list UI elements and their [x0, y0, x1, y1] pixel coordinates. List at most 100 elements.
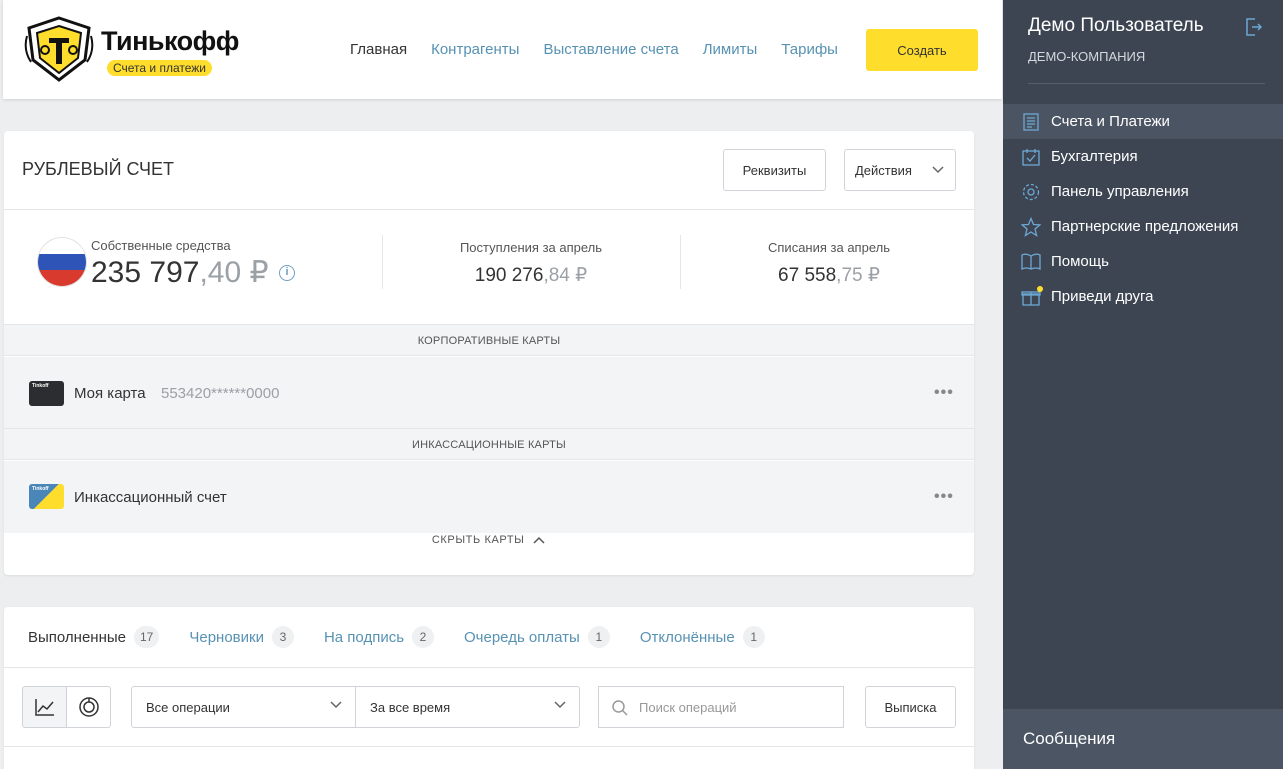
nav-invoicing[interactable]: Выставление счета: [543, 41, 678, 58]
tab-rejected[interactable]: Отклонённые 1: [640, 626, 765, 648]
details-button[interactable]: Реквизиты: [723, 149, 826, 191]
gift-icon: [1021, 285, 1043, 307]
search-box[interactable]: [598, 686, 844, 728]
operations-card: Выполненные 17 Черновики 3 На подпись 2 Оче…: [4, 607, 974, 769]
sidebar-item-control-panel[interactable]: Панель управления: [1003, 174, 1283, 209]
chevron-down-icon: [330, 701, 342, 709]
card-row-collection[interactable]: Tinkoff Инкассационный счет •••: [4, 461, 974, 533]
book-icon: [1021, 252, 1041, 272]
period-select[interactable]: За все время: [355, 686, 580, 728]
nav-tariffs[interactable]: Тарифы: [781, 41, 838, 58]
income-label: Поступления за апрель: [459, 240, 603, 255]
tab-count-badge: 1: [587, 626, 610, 648]
russia-flag-icon: [38, 238, 86, 286]
calendar-check-icon: [1021, 147, 1041, 167]
brand-name: Тинькофф: [101, 26, 239, 56]
card-thumbnail-icon: Tinkoff: [29, 484, 64, 509]
own-funds-whole: 235 797: [91, 256, 200, 289]
sidebar-item-label: Приведи друга: [1051, 288, 1154, 305]
divider: [4, 209, 974, 210]
card-row-my-card[interactable]: Tinkoff Моя карта 553420******0000 •••: [4, 357, 974, 429]
corporate-cards-header: КОРПОРАТИВНЫЕ КАРТЫ: [4, 324, 974, 356]
document-icon: [1021, 112, 1041, 132]
divider: [4, 746, 974, 747]
company-name: ДЕМО-КОМПАНИЯ: [1028, 49, 1146, 64]
nav-counterparties[interactable]: Контрагенты: [431, 41, 519, 58]
card-thumb-text: Tinkoff: [32, 383, 49, 389]
income-whole: 190 276: [474, 265, 544, 286]
sidebar-item-help[interactable]: Помощь: [1003, 244, 1283, 279]
search-input[interactable]: [639, 699, 829, 715]
brand-badge: Счета и платежи: [107, 60, 213, 76]
outgo-label: Списания за апрель: [768, 240, 890, 255]
user-name[interactable]: Демо Пользователь: [1028, 15, 1204, 37]
account-title: РУБЛЕВЫЙ СЧЕТ: [22, 159, 174, 179]
card-name: Моя карта: [74, 384, 146, 402]
operations-tabs: Выполненные 17 Черновики 3 На подпись 2 Оче…: [28, 626, 795, 648]
sidebar-item-label: Помощь: [1051, 253, 1109, 270]
operation-type-value: Все операции: [146, 699, 230, 715]
own-funds-value: 235 797,40 ₽: [91, 255, 269, 290]
tab-to-sign[interactable]: На подпись 2: [323, 626, 435, 648]
pie-chart-view-button[interactable]: [66, 686, 111, 728]
actions-dropdown[interactable]: Действия: [844, 149, 956, 191]
sidebar-item-label: Партнерские предложения: [1051, 218, 1239, 235]
outgo-whole: 67 558: [778, 265, 837, 286]
card-thumbnail-icon: Tinkoff: [29, 381, 64, 406]
card-name: Инкассационный счет: [74, 488, 227, 506]
more-options-icon[interactable]: •••: [934, 384, 954, 402]
sidebar-item-accounts[interactable]: Счета и Платежи: [1003, 104, 1283, 139]
sidebar-item-partner-offers[interactable]: Партнерские предложения: [1003, 209, 1283, 244]
tab-label: На подпись: [323, 628, 405, 646]
search-icon: [612, 700, 628, 716]
actions-label: Действия: [855, 162, 912, 178]
nav-main[interactable]: Главная: [350, 41, 407, 58]
income-value: 190 276,84 ₽: [382, 264, 680, 287]
sidebar: Демо Пользователь ДЕМО-КОМПАНИЯ Счета и …: [1003, 0, 1283, 769]
line-chart-view-button[interactable]: [22, 686, 67, 728]
operation-type-select[interactable]: Все операции: [131, 686, 356, 728]
hide-cards-button[interactable]: СКРЫТЬ КАРТЫ: [4, 534, 974, 546]
main-nav: Главная Контрагенты Выставление счета Ли…: [350, 41, 862, 58]
chevron-down-icon: [932, 166, 944, 174]
divider: [1028, 83, 1265, 84]
chevron-down-icon: [554, 701, 566, 709]
tinkoff-logo-icon[interactable]: [23, 16, 95, 82]
income-cents: ,84 ₽: [543, 265, 588, 286]
sidebar-item-label: Бухгалтерия: [1051, 148, 1138, 165]
gear-icon: [1021, 182, 1041, 202]
sidebar-item-accounting[interactable]: Бухгалтерия: [1003, 139, 1283, 174]
info-icon[interactable]: i: [279, 265, 295, 281]
collection-cards-header: ИНКАССАЦИОННЫЕ КАРТЫ: [4, 428, 974, 460]
tab-label: Отклонённые: [639, 628, 735, 646]
period-value: За все время: [370, 699, 451, 715]
create-button[interactable]: Создать: [866, 29, 978, 71]
chevron-up-icon: [533, 536, 545, 544]
hide-cards-label: СКРЫТЬ КАРТЫ: [431, 534, 525, 546]
sidebar-item-label: Панель управления: [1051, 183, 1189, 200]
main-area: Тинькофф Счета и платежи Главная Контраг…: [0, 0, 1003, 769]
logout-icon[interactable]: [1245, 17, 1263, 37]
outgo-cents: ,75 ₽: [836, 265, 880, 286]
sidebar-item-label: Счета и Платежи: [1051, 113, 1170, 130]
tab-payment-queue[interactable]: Очередь оплаты 1: [464, 626, 610, 648]
tab-count-badge: 3: [271, 626, 294, 648]
tab-drafts[interactable]: Черновики 3: [189, 626, 294, 648]
nav-limits[interactable]: Лимиты: [703, 41, 758, 58]
sidebar-item-refer-friend[interactable]: Приведи друга: [1003, 279, 1283, 314]
tab-count-badge: 2: [412, 626, 435, 648]
sidebar-menu: Счета и Платежи Бухгалтерия Панель управ…: [1003, 104, 1283, 314]
messages-panel[interactable]: Сообщения: [1003, 709, 1283, 769]
more-options-icon[interactable]: •••: [934, 488, 954, 506]
line-chart-icon: [34, 699, 54, 716]
statement-button[interactable]: Выписка: [865, 686, 956, 728]
tab-completed[interactable]: Выполненные 17: [28, 626, 160, 648]
tab-label: Черновики: [189, 628, 264, 646]
own-funds-cents: ,40 ₽: [199, 256, 269, 289]
own-funds-label: Собственные средства: [91, 238, 231, 253]
tab-count-badge: 17: [134, 626, 160, 648]
pie-chart-icon: [78, 697, 99, 717]
star-icon: [1021, 216, 1041, 237]
card-thumb-text: Tinkoff: [32, 486, 49, 492]
tab-label: Выполненные: [28, 628, 126, 646]
